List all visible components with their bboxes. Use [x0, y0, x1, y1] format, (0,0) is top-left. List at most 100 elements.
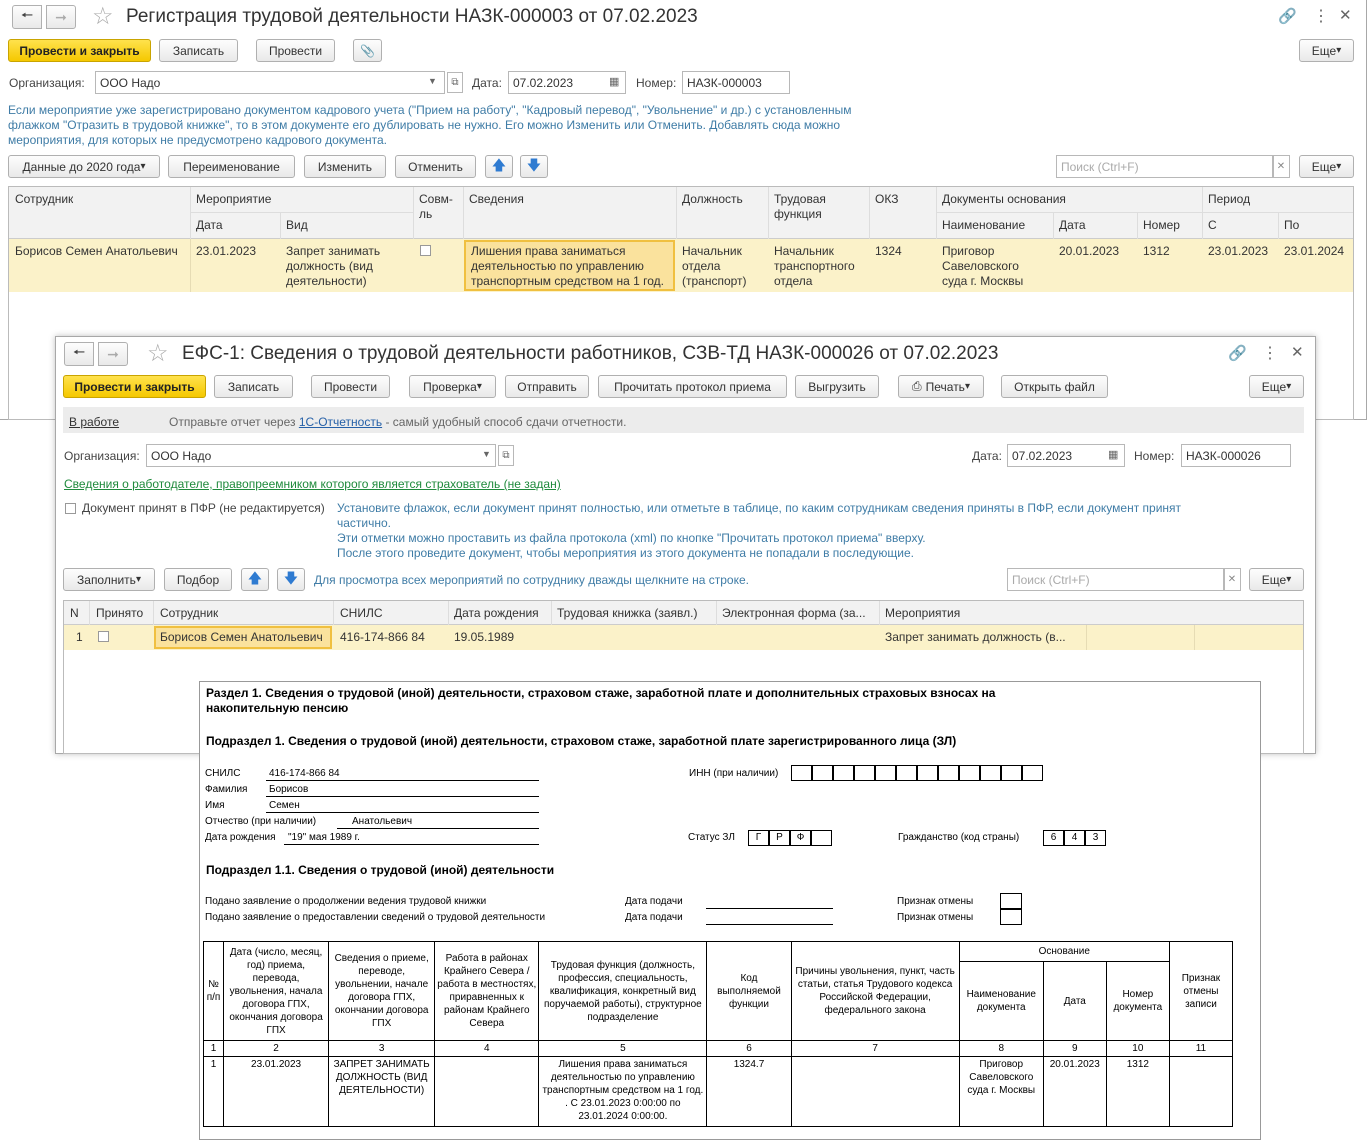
more-button[interactable]: Еще — [1249, 375, 1304, 398]
dropdown-icon[interactable]: ▼ — [428, 76, 437, 86]
back-button[interactable]: 🠔 — [64, 342, 94, 366]
subsection-1-1-title: Подраздел 1.1. Сведения о трудовой (иной… — [206, 863, 555, 877]
rename-button[interactable]: Переименование — [168, 155, 295, 178]
row-info[interactable]: Лишения права заниматься деятельностью п… — [464, 240, 675, 291]
check-button[interactable]: Проверка — [409, 375, 496, 398]
row-n: 1 — [202, 1056, 225, 1127]
link-icon[interactable]: 🔗 — [1228, 344, 1247, 362]
col-doc-date[interactable]: Дата — [1059, 218, 1086, 233]
col-snils[interactable]: СНИЛС — [340, 606, 383, 621]
fill-button[interactable]: Заполнить — [63, 568, 155, 591]
attach-icon[interactable]: 📎 — [353, 39, 382, 62]
number-field[interactable]: НАЗК-000003 — [682, 71, 790, 94]
col-birth[interactable]: Дата рождения — [454, 606, 539, 621]
col-kind[interactable]: Вид — [286, 218, 308, 233]
move-down-icon[interactable]: 🡇 — [277, 568, 305, 591]
upload-button[interactable]: Выгрузить — [795, 375, 879, 398]
row-employee[interactable]: Борисов Семен Анатольевич — [154, 626, 332, 649]
row-to: 23.01.2024 — [1284, 244, 1345, 258]
more-menu-icon[interactable]: ⋮ — [1313, 6, 1329, 26]
search-input[interactable]: Поиск (Ctrl+F) — [1007, 568, 1225, 591]
org-field[interactable]: ООО Надо — [95, 71, 445, 94]
col-to[interactable]: По — [1284, 218, 1299, 233]
col-employee[interactable]: Сотрудник — [15, 192, 73, 207]
save-button[interactable]: Записать — [214, 375, 293, 398]
open-file-button[interactable]: Открыть файл — [1001, 375, 1108, 398]
col-date[interactable]: Дата — [196, 218, 223, 233]
org-field[interactable]: ООО Надо — [146, 444, 496, 467]
row-snils: 416-174-866 84 — [340, 630, 425, 644]
calendar-icon[interactable]: ▦ — [609, 75, 619, 88]
name-label: Имя — [205, 800, 225, 811]
th-basis: Основание — [958, 941, 1170, 962]
cancel-button[interactable]: Отменить — [395, 155, 476, 178]
col-employee[interactable]: Сотрудник — [160, 606, 218, 621]
col-info[interactable]: Сведения — [469, 192, 524, 207]
dropdown-icon[interactable]: ▼ — [482, 449, 491, 459]
print-button[interactable]: ⎙ Печать — [898, 375, 984, 398]
col-sovm[interactable]: Совм-ль — [419, 192, 457, 222]
close-icon[interactable]: ✕ — [1291, 343, 1304, 361]
clear-search-icon[interactable]: ✕ — [1223, 568, 1241, 591]
post-and-close-button[interactable]: Провести и закрыть — [8, 39, 151, 62]
accepted-checkbox[interactable] — [65, 503, 76, 514]
link-icon[interactable]: 🔗 — [1278, 7, 1297, 25]
move-down-icon[interactable]: 🡇 — [520, 155, 548, 178]
star-icon[interactable]: ☆ — [92, 2, 114, 31]
clear-search-icon[interactable]: ✕ — [1272, 155, 1290, 178]
name-value: Семен — [269, 800, 300, 811]
org-label: Организация: — [9, 76, 85, 90]
search-placeholder: Поиск (Ctrl+F) — [1012, 573, 1090, 587]
post-button[interactable]: Провести — [311, 375, 390, 398]
move-up-icon[interactable]: 🡅 — [241, 568, 269, 591]
open-icon[interactable]: ⧉ — [447, 72, 463, 93]
successor-link[interactable]: Сведения о работодателе, правопреемником… — [64, 477, 561, 491]
col-book[interactable]: Трудовая книжка (заявл.) — [557, 606, 697, 621]
send-button[interactable]: Отправить — [505, 375, 589, 398]
col-okz[interactable]: ОКЗ — [875, 192, 898, 207]
col-docs[interactable]: Документы основания — [942, 192, 1066, 207]
number-field[interactable]: НАЗК-000026 — [1181, 444, 1291, 467]
post-button[interactable]: Провести — [256, 39, 335, 62]
col-number: 1 — [202, 1040, 225, 1057]
th-date: Дата (число, месяц, год) приема, перевод… — [223, 941, 330, 1041]
col-doc-number[interactable]: Номер — [1143, 218, 1180, 233]
data-2020-button[interactable]: Данные до 2020 года — [8, 155, 160, 178]
th-function: Трудовая функция (должность, профессия, … — [538, 941, 708, 1041]
more-button-table[interactable]: Еще — [1299, 155, 1354, 178]
col-n[interactable]: N — [70, 606, 79, 621]
star-icon[interactable]: ☆ — [147, 339, 169, 368]
accepted-label: Документ принят в ПФР (не редактируется) — [82, 501, 325, 515]
inn-box — [917, 765, 938, 781]
col-events[interactable]: Мероприятия — [885, 606, 960, 621]
move-up-icon[interactable]: 🡅 — [485, 155, 513, 178]
change-button[interactable]: Изменить — [304, 155, 386, 178]
search-input[interactable]: Поиск (Ctrl+F) — [1056, 155, 1274, 178]
post-and-close-button[interactable]: Провести и закрыть — [63, 375, 206, 398]
col-event[interactable]: Мероприятие — [196, 192, 271, 207]
col-eform[interactable]: Электронная форма (за... — [722, 606, 866, 621]
col-period[interactable]: Период — [1208, 192, 1250, 207]
col-position[interactable]: Должность — [682, 192, 743, 207]
close-icon[interactable]: ✕ — [1339, 6, 1352, 24]
save-button[interactable]: Записать — [159, 39, 238, 62]
select-button[interactable]: Подбор — [164, 568, 232, 591]
calendar-icon[interactable]: ▦ — [1108, 448, 1118, 461]
col-from[interactable]: С — [1208, 218, 1217, 233]
sovm-checkbox[interactable] — [420, 245, 431, 256]
status-link[interactable]: В работе — [69, 415, 119, 429]
col-function[interactable]: Трудовая функция — [774, 192, 854, 222]
back-button[interactable]: 🠔 — [12, 5, 42, 29]
row-accepted-checkbox[interactable] — [98, 631, 109, 642]
reporting-link[interactable]: 1С-Отчетность — [299, 415, 382, 429]
forward-button[interactable]: ➞ — [46, 5, 76, 29]
read-protocol-button[interactable]: Прочитать протокол приема — [598, 375, 787, 398]
open-icon[interactable]: ⧉ — [498, 445, 514, 466]
col-doc-name[interactable]: Наименование — [942, 218, 1025, 233]
forward-button[interactable]: ➞ — [98, 342, 128, 366]
more-button[interactable]: Еще — [1299, 39, 1354, 62]
citizenship-box: 4 — [1064, 830, 1085, 846]
col-accepted[interactable]: Принято — [96, 606, 143, 621]
more-menu-icon[interactable]: ⋮ — [1262, 343, 1278, 363]
more-button-table[interactable]: Еще — [1249, 568, 1304, 591]
